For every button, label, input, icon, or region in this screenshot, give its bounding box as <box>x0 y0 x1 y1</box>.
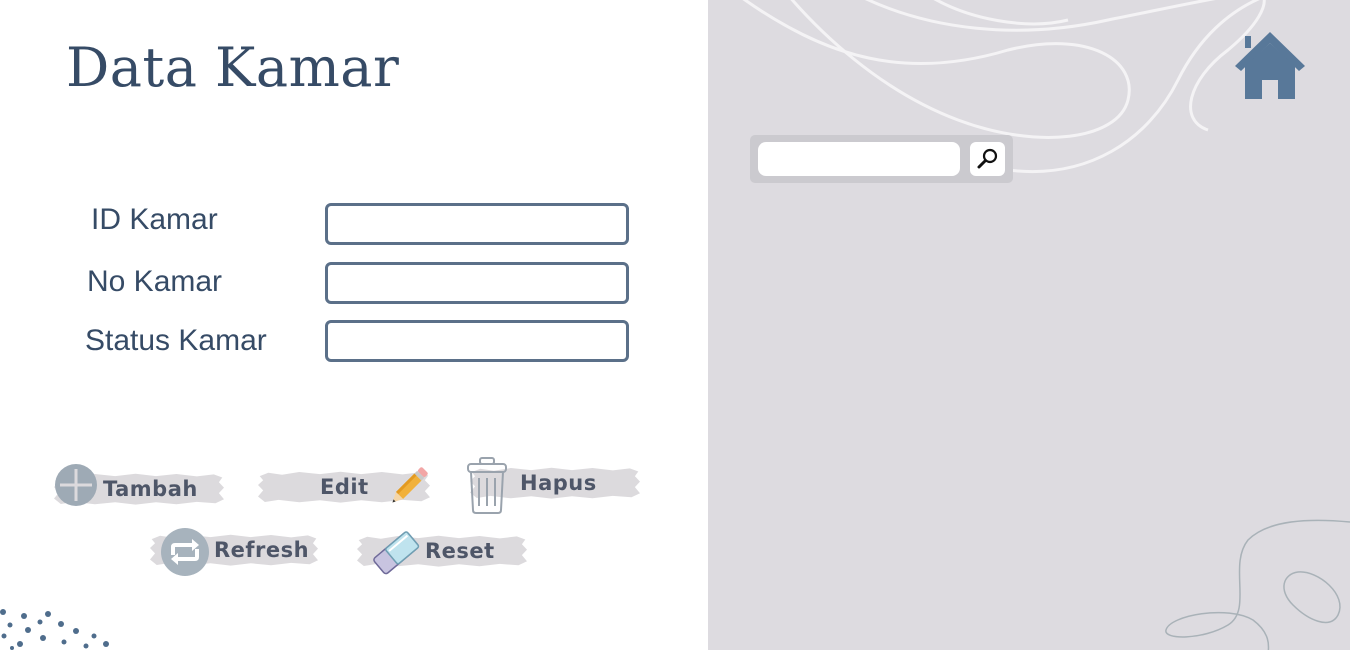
repeat-icon <box>160 527 210 582</box>
no-kamar-label: No Kamar <box>87 265 223 298</box>
edit-button-label: Edit <box>320 475 369 499</box>
dots-decoration <box>0 609 109 650</box>
eraser-icon <box>368 528 424 583</box>
reset-button-label: Reset <box>425 539 495 563</box>
trash-icon <box>466 456 508 519</box>
form-panel: Data Kamar ID Kamar No Kamar Status Kama… <box>0 0 708 650</box>
search-bar <box>750 135 1013 183</box>
search-button[interactable] <box>970 142 1005 176</box>
no-kamar-input[interactable] <box>325 262 629 304</box>
tambah-button-label: Tambah <box>103 477 198 501</box>
status-kamar-label: Status Kamar <box>85 324 267 357</box>
search-input[interactable] <box>758 142 960 176</box>
home-icon <box>1235 32 1305 99</box>
hapus-button-label: Hapus <box>520 471 597 495</box>
search-panel <box>708 0 1350 650</box>
pencil-icon <box>386 465 430 514</box>
status-kamar-input[interactable] <box>325 320 629 362</box>
home-button[interactable] <box>1233 30 1307 100</box>
search-icon <box>977 148 997 169</box>
page-title: Data Kamar <box>66 36 400 99</box>
id-kamar-label: ID Kamar <box>91 203 218 236</box>
plus-circle-icon <box>54 463 98 512</box>
refresh-button-label: Refresh <box>214 538 310 562</box>
id-kamar-input[interactable] <box>325 203 629 245</box>
